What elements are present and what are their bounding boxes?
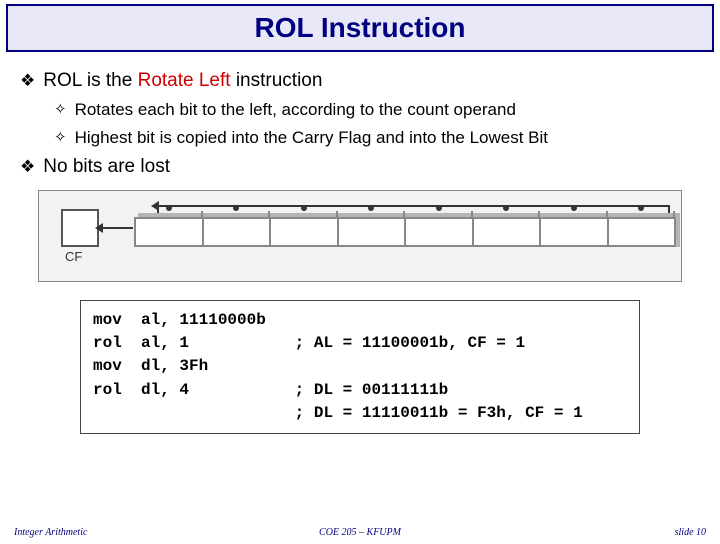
bullet-no-bits-lost: ❖ No bits are lost xyxy=(20,156,700,178)
slide-footer: Integer Arithmetic COE 205 – KFUPM slide… xyxy=(0,527,720,538)
code-line: mov dl, 3Fh xyxy=(93,357,208,375)
dot-icon xyxy=(503,205,509,211)
footer-left: Integer Arithmetic xyxy=(0,527,245,538)
dot-icon xyxy=(233,205,239,211)
carry-flag-box xyxy=(61,209,99,247)
dot-icon xyxy=(166,205,172,211)
code-example: mov al, 11110000b rol al, 1 ; AL = 11100… xyxy=(80,300,640,434)
sub-bullet-text: Highest bit is copied into the Carry Fla… xyxy=(75,128,548,148)
text-post: instruction xyxy=(231,70,323,91)
bit-cell xyxy=(136,219,204,245)
sub-bullet-carry: ✧ Highest bit is copied into the Carry F… xyxy=(54,128,700,148)
dot-icon xyxy=(436,205,442,211)
text-highlight: Rotate Left xyxy=(138,70,231,91)
bullet-rol-definition: ❖ ROL is the Rotate Left instruction xyxy=(20,70,700,92)
arrow-left-icon xyxy=(95,223,103,233)
plus-bullet-icon: ✧ xyxy=(54,128,67,148)
plus-bullet-icon: ✧ xyxy=(54,100,67,120)
code-line: rol dl, 4 ; DL = 00111111b xyxy=(93,381,448,399)
dot-icon xyxy=(571,205,577,211)
bit-cell xyxy=(609,219,677,245)
register-box xyxy=(134,217,676,247)
bit-cell xyxy=(474,219,542,245)
slide-content: ❖ ROL is the Rotate Left instruction ✧ R… xyxy=(0,52,720,434)
text-pre: ROL is the xyxy=(43,70,137,91)
carry-flag-label: CF xyxy=(65,249,82,264)
bit-cell xyxy=(541,219,609,245)
bit-cell xyxy=(204,219,272,245)
footer-center: COE 205 – KFUPM xyxy=(245,527,476,538)
dot-icon xyxy=(368,205,374,211)
sub-bullet-rotate: ✧ Rotates each bit to the left, accordin… xyxy=(54,100,700,120)
dot-icon xyxy=(638,205,644,211)
code-line: ; DL = 11110011b = F3h, CF = 1 xyxy=(93,404,583,422)
bit-cell xyxy=(271,219,339,245)
diamond-bullet-icon: ❖ xyxy=(20,70,35,92)
bullet-text: ROL is the Rotate Left instruction xyxy=(43,70,322,92)
title-bar: ROL Instruction xyxy=(6,4,714,52)
diamond-bullet-icon: ❖ xyxy=(20,156,35,178)
bullet-text: No bits are lost xyxy=(43,156,170,178)
dot-icon xyxy=(301,205,307,211)
slide-title: ROL Instruction xyxy=(8,6,712,50)
code-line: rol al, 1 ; AL = 11100001b, CF = 1 xyxy=(93,334,525,352)
bit-cell xyxy=(339,219,407,245)
code-line: mov al, 11110000b xyxy=(93,311,266,329)
rotate-diagram: CF xyxy=(38,190,682,282)
sub-bullet-text: Rotates each bit to the left, according … xyxy=(75,100,516,120)
bit-cell xyxy=(406,219,474,245)
footer-right: slide 10 xyxy=(475,527,720,538)
